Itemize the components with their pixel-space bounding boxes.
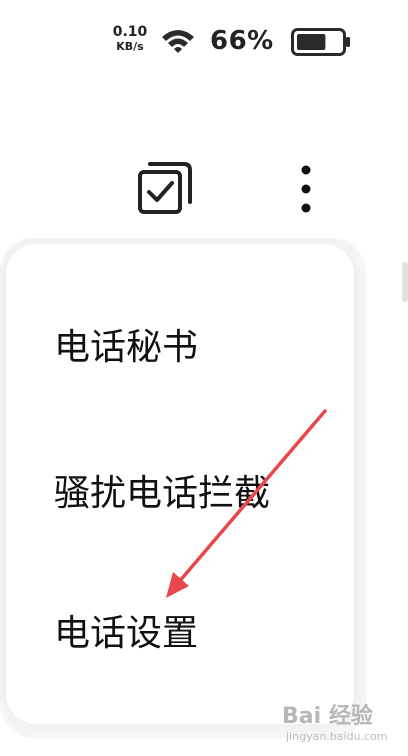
menu-item-label: 电话秘书 (54, 327, 199, 368)
network-speed: 0.10 KB/s (110, 25, 150, 52)
menu-item-spam-call-blocking[interactable]: 骚扰电话拦截 (6, 430, 354, 550)
multi-select-icon[interactable] (136, 156, 196, 216)
menu-item-label: 电话设置 (54, 613, 199, 654)
status-bar: 0.10 KB/s 66% (0, 22, 408, 62)
watermark-brand: Bai 经验 (282, 704, 373, 729)
battery-percent: 66% (210, 26, 274, 56)
watermark-logo: Bai 经验 jingyan.baidu.com (282, 690, 408, 756)
menu-item-label: 骚扰电话拦截 (54, 473, 271, 514)
menu-item-call-settings[interactable]: 电话设置 (6, 570, 354, 690)
more-vertical-icon[interactable] (290, 158, 322, 218)
network-speed-value: 0.10 (112, 24, 148, 40)
menu-item-phone-secretary[interactable]: 电话秘书 (6, 284, 354, 404)
wifi-icon (162, 30, 194, 53)
popup-menu: 电话秘书 骚扰电话拦截 电话设置 (6, 244, 354, 724)
scrollbar (402, 262, 408, 302)
battery-icon (291, 28, 350, 56)
network-speed-unit: KB/s (116, 40, 144, 53)
watermark-url: jingyan.baidu.com (286, 730, 388, 743)
